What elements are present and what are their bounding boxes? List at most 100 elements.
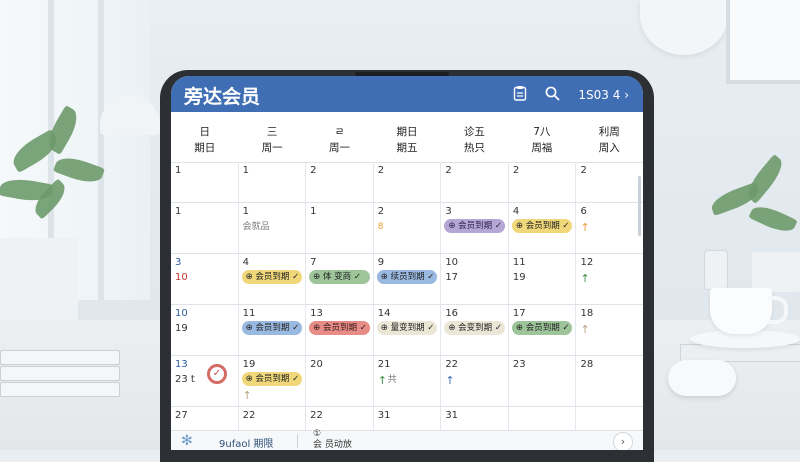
membership-expiry-event[interactable]: ⊕ 会员到期 ✓ <box>511 321 573 335</box>
calendar-day-cell[interactable]: 28 <box>374 203 442 253</box>
calendar-day-cell[interactable]: 1 会就品 <box>239 203 307 253</box>
event-check-icon: ✓ <box>357 323 367 333</box>
event-label: 会变到期 <box>458 323 493 333</box>
day-number: 18 <box>580 308 594 319</box>
calendar-day-cell[interactable]: 2 <box>441 162 509 202</box>
event-icon: ⊕ <box>380 272 391 282</box>
calendar-day-cell[interactable]: 13 23 t ✓ <box>171 356 239 406</box>
calendar-day-cell[interactable]: 4 ⊕ 会员到期 ✓ <box>509 203 577 253</box>
membership-expiry-event[interactable]: ⊕ 会员到期 ✓ <box>241 372 303 386</box>
calendar-day-cell[interactable]: 11 19 <box>509 254 577 304</box>
calendar-day-cell[interactable]: 2 <box>306 162 374 202</box>
calendar-day-cell[interactable]: 17 ⊕ 会员到期 ✓ <box>509 305 577 355</box>
checkmark-icon[interactable]: ✓ <box>207 364 227 384</box>
weekday-bottom-label: 周一 <box>329 142 351 154</box>
calendar-day-cell[interactable]: 2 <box>374 162 442 202</box>
day-number: 27 <box>175 410 188 421</box>
weekday-top-label: 利周 <box>598 126 620 138</box>
calendar-day-cell[interactable]: 3 10 <box>171 254 239 304</box>
calendar-day-cell[interactable]: 6 ↑ <box>576 203 643 253</box>
event-label: 会员到期 <box>525 221 560 231</box>
day-note: 8 <box>377 222 384 232</box>
day-number: 31 <box>377 410 391 421</box>
clipboard-icon[interactable] <box>513 85 527 104</box>
membership-expiry-event[interactable]: ⊕ 会员到期 ✓ <box>241 270 303 284</box>
weekday-bottom-label: 热只 <box>463 142 485 154</box>
calendar-day-cell[interactable]: 7 ⊕ 体 变商 ✓ <box>306 254 374 304</box>
scrollbar[interactable] <box>638 176 641 236</box>
weekday-header-cell: 三周一 <box>238 116 305 162</box>
day-number: 10 <box>175 308 188 319</box>
day-number: 19 <box>242 359 256 370</box>
calendar-day-cell[interactable]: 28 <box>576 356 643 406</box>
weekday-header-cell: 7八 周福 <box>508 116 575 162</box>
event-label: 续员到期 <box>390 272 425 282</box>
calendar-day-cell[interactable]: 14 ⊕ 量变到期 ✓ <box>374 305 442 355</box>
header-date-code[interactable]: 1S03 4 › <box>578 88 629 102</box>
calendar-day-cell[interactable]: 2 <box>509 162 577 202</box>
app-header: 旁达会员 1S03 4 › <box>171 76 643 112</box>
calendar-day-cell[interactable]: 1 <box>306 203 374 253</box>
calendar-day-cell[interactable]: 11 ⊕ 会员到期 ✓ <box>239 305 307 355</box>
calendar-week-row: 13 23 t ✓ 19 ⊕ 会员到期 ✓ ↑ 20 21 ↑ 共 22 ↑ 23 28 <box>171 356 643 407</box>
calendar-grid: 1 1 2 2 2 2 2 1 1 会就品 1 2 8 3 ⊕ 会员到期 ✓ 4 ⊕ 会员到期 ✓ 6 ↑ 3 10 4 ⊕… <box>171 162 643 448</box>
day-number: 3 <box>445 206 452 217</box>
event-icon: ⊕ <box>245 323 256 333</box>
membership-expiry-event[interactable]: ⊕ 会员到期 ✓ <box>309 321 370 335</box>
calendar-day-cell[interactable]: 3 ⊕ 会员到期 ✓ <box>441 203 509 253</box>
day-number: 11 <box>512 257 526 268</box>
bottom-bar-activity[interactable]: ① 会 员动放 <box>313 429 352 450</box>
next-arrow-button[interactable]: › <box>613 432 633 450</box>
event-check-icon: ✓ <box>424 323 435 333</box>
membership-expiry-event[interactable]: ⊕ 体 变商 ✓ <box>309 270 370 284</box>
event-label: 会员到期 <box>255 272 290 282</box>
day-number: 10 <box>445 257 459 268</box>
calendar-day-cell[interactable]: 10 17 <box>441 254 509 304</box>
calendar-day-cell[interactable]: 10 19 <box>171 305 239 355</box>
search-icon[interactable] <box>545 86 561 104</box>
day-number: 16 <box>445 308 459 319</box>
calendar-day-cell[interactable]: 16 ⊕ 会变到期 ✓ <box>441 305 509 355</box>
day-number: 17 <box>512 308 526 319</box>
bottom-bar-label[interactable]: 9ufaol 期限 <box>219 435 273 450</box>
event-check-icon: ✓ <box>559 323 570 333</box>
day-number: 14 <box>377 308 391 319</box>
day-number: 1 <box>242 165 249 176</box>
day-number: 1 <box>175 165 182 176</box>
calendar-day-cell[interactable]: 20 <box>306 356 374 406</box>
event-label: 会员到期 <box>255 374 290 384</box>
calendar-day-cell[interactable]: 2 <box>576 162 643 202</box>
event-label: 量变到期 <box>390 323 425 333</box>
day-number: 2 <box>310 165 317 176</box>
info-icon: ① <box>313 429 322 439</box>
membership-expiry-event[interactable]: ⊕ 会变到期 ✓ <box>444 321 505 335</box>
calendar-day-cell[interactable]: 9 ⊕ 续员到期 ✓ <box>374 254 442 304</box>
membership-expiry-event[interactable]: ⊕ 会员到期 ✓ <box>241 321 303 335</box>
calendar-day-cell[interactable]: 4 ⊕ 会员到期 ✓ <box>239 254 307 304</box>
calendar-day-cell[interactable]: 19 ⊕ 会员到期 ✓ ↑ <box>239 356 307 406</box>
day-number: 12 <box>580 257 594 268</box>
membership-expiry-event[interactable]: ⊕ 会员到期 ✓ <box>444 219 505 233</box>
event-check-icon: ✓ <box>559 221 570 231</box>
event-label: 会员到期 <box>322 323 357 333</box>
chevron-right-icon: › <box>624 87 629 102</box>
event-check-icon: ✓ <box>289 272 300 282</box>
arrow-up-icon: ↑ <box>242 389 252 402</box>
weekday-top-label: 期日 <box>396 126 418 138</box>
day-number: 22 <box>310 410 323 421</box>
day-note: 会就品 <box>242 222 270 232</box>
calendar-day-cell[interactable]: 22 ↑ <box>441 356 509 406</box>
membership-expiry-event[interactable]: ⊕ 续员到期 ✓ <box>376 270 438 284</box>
calendar-day-cell[interactable]: 1 <box>239 162 307 202</box>
event-icon: ⊕ <box>313 272 323 282</box>
membership-expiry-event[interactable]: ⊕ 会员到期 ✓ <box>511 219 573 233</box>
calendar-day-cell[interactable]: 23 <box>509 356 577 406</box>
day-number: 9 <box>377 257 385 268</box>
calendar-day-cell[interactable]: 1 <box>171 162 239 202</box>
calendar-day-cell[interactable]: 1 <box>171 203 239 253</box>
membership-expiry-event[interactable]: ⊕ 量变到期 ✓ <box>376 321 438 335</box>
calendar-day-cell[interactable]: 18 ↑ <box>576 305 643 355</box>
calendar-day-cell[interactable]: 12 ↑ <box>576 254 643 304</box>
calendar-day-cell[interactable]: 21 ↑ 共 <box>374 356 442 406</box>
calendar-day-cell[interactable]: 13 ⊕ 会员到期 ✓ <box>306 305 374 355</box>
